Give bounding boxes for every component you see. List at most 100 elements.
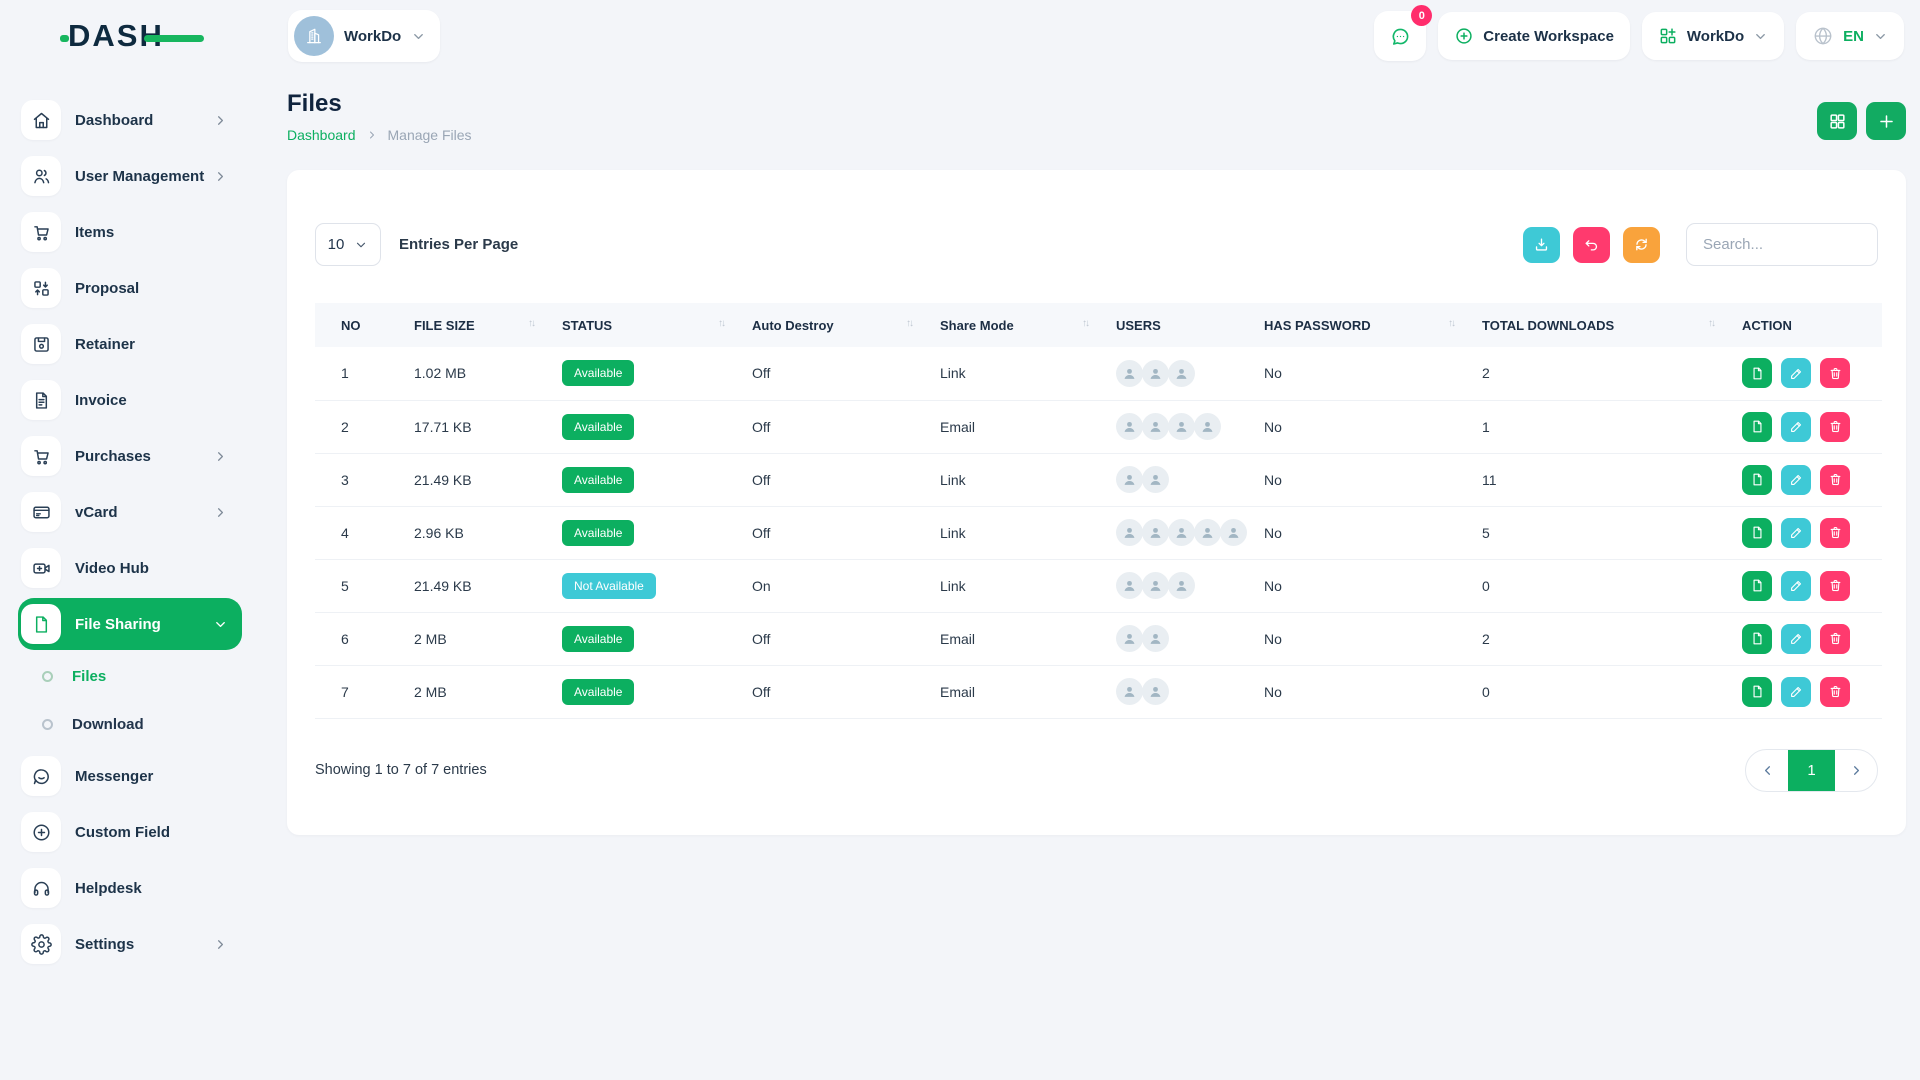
messages-button[interactable]: 0 xyxy=(1374,11,1426,61)
edit-button[interactable] xyxy=(1781,465,1811,495)
messages-count-badge: 0 xyxy=(1411,5,1432,26)
edit-button[interactable] xyxy=(1781,624,1811,654)
column-header-share-mode[interactable]: Share Mode↑↓ xyxy=(914,303,1090,347)
reset-button[interactable] xyxy=(1573,227,1610,263)
sidebar-item-invoice[interactable]: Invoice xyxy=(18,372,242,428)
workspace-switcher[interactable]: WorkDo xyxy=(288,10,440,62)
sidebar-item-settings[interactable]: Settings xyxy=(18,916,242,972)
sidebar-subitem-download[interactable]: Download xyxy=(0,700,262,748)
view-file-button[interactable] xyxy=(1742,465,1772,495)
column-label: USERS xyxy=(1116,318,1161,333)
sidebar-item-purchases[interactable]: Purchases xyxy=(18,428,242,484)
proposal-icon xyxy=(21,268,61,308)
delete-button[interactable] xyxy=(1820,412,1850,442)
sidebar-item-helpdesk[interactable]: Helpdesk xyxy=(18,860,242,916)
sort-icon[interactable]: ↑↓ xyxy=(528,318,534,329)
view-file-button[interactable] xyxy=(1742,358,1772,388)
pagination-page-button[interactable]: 1 xyxy=(1788,750,1835,791)
edit-button[interactable] xyxy=(1781,677,1811,707)
cell-share-mode: Link xyxy=(914,453,1090,506)
grid-view-button[interactable] xyxy=(1817,102,1857,140)
messenger-icon xyxy=(21,756,61,796)
cell-no: 3 xyxy=(315,453,388,506)
language-selector[interactable]: EN xyxy=(1796,12,1904,60)
column-header-status[interactable]: STATUS↑↓ xyxy=(536,303,726,347)
delete-button[interactable] xyxy=(1820,358,1850,388)
sidebar-subitem-files[interactable]: Files xyxy=(0,652,262,700)
delete-button[interactable] xyxy=(1820,465,1850,495)
sort-icon[interactable]: ↑↓ xyxy=(1708,318,1714,329)
export-download-button[interactable] xyxy=(1523,227,1560,263)
edit-button[interactable] xyxy=(1781,518,1811,548)
sidebar-item-label: Custom Field xyxy=(75,824,170,841)
column-header-file-size[interactable]: FILE SIZE↑↓ xyxy=(388,303,536,347)
cell-has-password: No xyxy=(1238,400,1456,453)
cell-file-size: 2 MB xyxy=(388,665,536,718)
user-avatar-icon xyxy=(1116,360,1143,387)
table-row: 42.96 KBAvailableOffLinkNo5 xyxy=(315,506,1882,559)
delete-button[interactable] xyxy=(1820,518,1850,548)
view-file-button[interactable] xyxy=(1742,571,1772,601)
pagination-next-button[interactable] xyxy=(1835,750,1877,791)
table-row: 321.49 KBAvailableOffLinkNo11 xyxy=(315,453,1882,506)
create-workspace-button[interactable]: Create Workspace xyxy=(1438,12,1630,60)
delete-button[interactable] xyxy=(1820,624,1850,654)
sidebar-item-dashboard[interactable]: Dashboard xyxy=(18,92,242,148)
search-input[interactable] xyxy=(1686,223,1878,266)
chevron-down-icon xyxy=(1873,29,1888,44)
sort-icon[interactable]: ↑↓ xyxy=(906,318,912,329)
view-file-button[interactable] xyxy=(1742,624,1772,654)
column-header-action: ACTION xyxy=(1716,303,1882,347)
sort-icon[interactable]: ↑↓ xyxy=(1082,318,1088,329)
chevron-down-icon xyxy=(411,29,426,44)
delete-button[interactable] xyxy=(1820,571,1850,601)
edit-button[interactable] xyxy=(1781,571,1811,601)
bullet-icon xyxy=(42,671,53,682)
column-header-auto-destroy[interactable]: Auto Destroy ↑↓ xyxy=(726,303,914,347)
cell-auto-destroy: Off xyxy=(726,506,914,559)
column-header-total-downloads[interactable]: TOTAL DOWNLOADS↑↓ xyxy=(1456,303,1716,347)
brand-logo[interactable]: DASH xyxy=(68,18,218,54)
sidebar-subitem-label: Files xyxy=(72,668,106,685)
sidebar-item-user-management[interactable]: User Management xyxy=(18,148,242,204)
download-icon xyxy=(1533,236,1550,253)
table-row: 11.02 MBAvailableOffLinkNo2 xyxy=(315,347,1882,400)
sidebar-item-label: Invoice xyxy=(75,392,127,409)
sidebar-item-file-sharing[interactable]: File Sharing xyxy=(18,598,242,650)
user-avatar-icon xyxy=(1116,519,1143,546)
page-title: Files xyxy=(287,90,472,118)
view-file-button[interactable] xyxy=(1742,412,1772,442)
sidebar-item-custom-field[interactable]: Custom Field xyxy=(18,804,242,860)
sidebar-item-items[interactable]: Items xyxy=(18,204,242,260)
sidebar-item-retainer[interactable]: Retainer xyxy=(18,316,242,372)
column-label: Auto Destroy xyxy=(752,318,834,333)
edit-button[interactable] xyxy=(1781,412,1811,442)
view-file-button[interactable] xyxy=(1742,677,1772,707)
table-body: 11.02 MBAvailableOffLinkNo2217.71 KBAvai… xyxy=(315,347,1882,718)
edit-button[interactable] xyxy=(1781,358,1811,388)
column-header-has-password[interactable]: HAS PASSWORD↑↓ xyxy=(1238,303,1456,347)
chat-icon xyxy=(1389,25,1412,48)
table-row: 217.71 KBAvailableOffEmailNo1 xyxy=(315,400,1882,453)
cell-file-size: 1.02 MB xyxy=(388,347,536,400)
user-avatar-icon xyxy=(1116,625,1143,652)
view-file-button[interactable] xyxy=(1742,518,1772,548)
entries-per-page-select[interactable]: 10 xyxy=(315,223,381,266)
breadcrumb-dashboard-link[interactable]: Dashboard xyxy=(287,127,356,143)
sidebar-item-proposal[interactable]: Proposal xyxy=(18,260,242,316)
plus-circle-icon xyxy=(21,812,61,852)
refresh-button[interactable] xyxy=(1623,227,1660,263)
users-avatars xyxy=(1116,572,1195,599)
pagination-prev-button[interactable] xyxy=(1746,750,1788,791)
delete-button[interactable] xyxy=(1820,677,1850,707)
sidebar-item-vcard[interactable]: vCard xyxy=(18,484,242,540)
sort-icon[interactable]: ↑↓ xyxy=(1448,318,1454,329)
workspace-dropdown[interactable]: WorkDo xyxy=(1642,12,1784,60)
user-avatar-icon xyxy=(1116,413,1143,440)
add-file-button[interactable] xyxy=(1866,102,1906,140)
column-header-no: NO xyxy=(315,303,388,347)
sidebar-item-messenger[interactable]: Messenger xyxy=(18,748,242,804)
cell-has-password: No xyxy=(1238,506,1456,559)
sidebar-item-video-hub[interactable]: Video Hub xyxy=(18,540,242,596)
sort-icon[interactable]: ↑↓ xyxy=(718,318,724,329)
